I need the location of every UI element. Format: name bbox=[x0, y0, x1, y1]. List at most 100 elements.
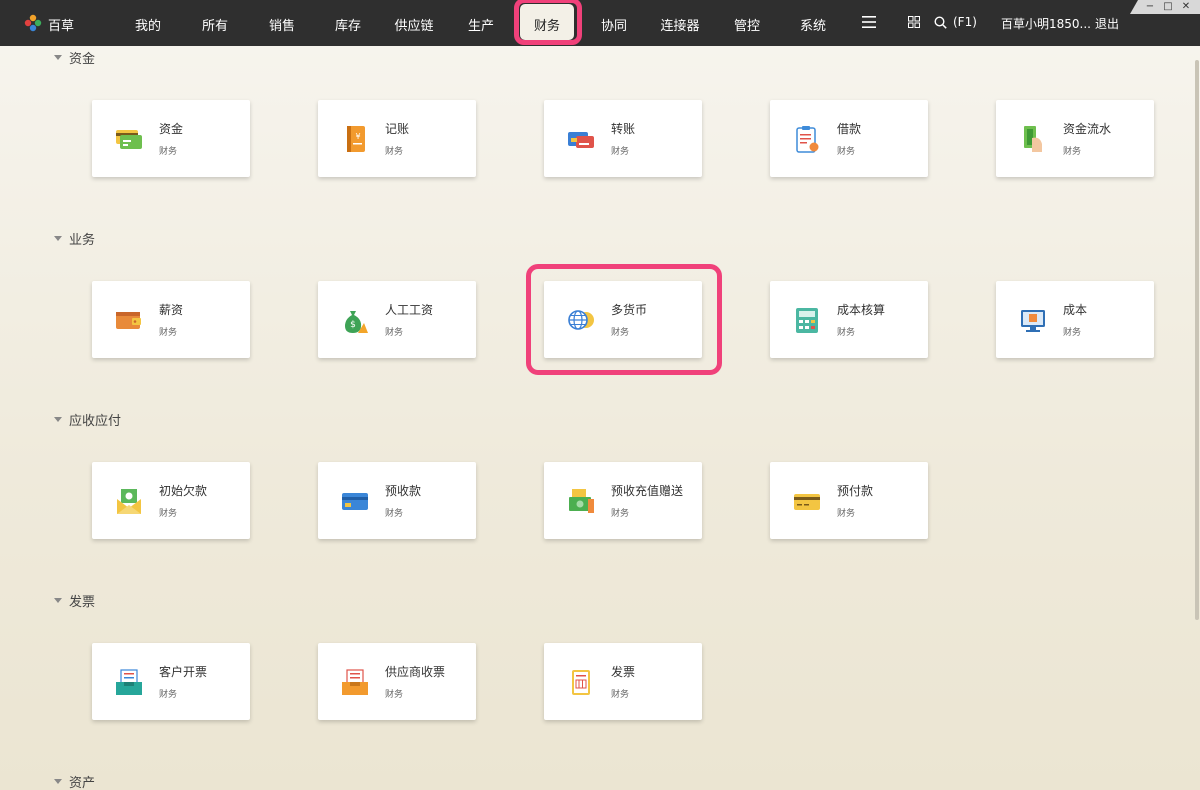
card-customer-invoicing[interactable]: 客户开票 财务 bbox=[92, 643, 250, 720]
card-prepayment[interactable]: 预付款 财务 bbox=[770, 462, 928, 539]
card-loan[interactable]: 借款 财务 bbox=[770, 100, 928, 177]
money-bag-icon: $ bbox=[345, 311, 368, 333]
nav-item-connector[interactable]: 连接器 bbox=[660, 15, 699, 34]
card-subtitle: 财务 bbox=[611, 690, 630, 700]
inbox-invoice-icon bbox=[342, 669, 368, 695]
section-title: 资金 bbox=[69, 52, 96, 67]
caret-down-icon bbox=[54, 779, 62, 784]
card-advance-receipt[interactable]: 预收款 财务 bbox=[318, 462, 476, 539]
monitor-box-icon bbox=[1021, 310, 1045, 332]
card-subtitle: 财务 bbox=[385, 509, 404, 519]
yellow-card-icon bbox=[794, 494, 820, 510]
svg-text:¥: ¥ bbox=[355, 132, 360, 141]
nav-item-control[interactable]: 管控 bbox=[734, 15, 760, 34]
card-bookkeeping[interactable]: ¥ 记账 财务 bbox=[318, 100, 476, 177]
card-title: 成本 bbox=[1063, 303, 1088, 317]
caret-down-icon bbox=[54, 598, 62, 603]
nav-item-mine[interactable]: 我的 bbox=[135, 15, 161, 34]
card-subtitle: 财务 bbox=[611, 509, 630, 519]
transfer-cards-icon bbox=[568, 132, 594, 148]
logout-link[interactable]: 退出 bbox=[1095, 15, 1119, 32]
section-header-invoices[interactable]: 发票 bbox=[54, 591, 95, 610]
card-subtitle: 财务 bbox=[385, 328, 404, 338]
caret-down-icon bbox=[54, 236, 62, 241]
card-subtitle: 财务 bbox=[385, 147, 404, 157]
card-title: 预付款 bbox=[837, 484, 874, 498]
nav-item-finance-label: 财务 bbox=[533, 19, 561, 34]
caret-down-icon bbox=[54, 55, 62, 60]
maximize-icon[interactable]: □ bbox=[1162, 1, 1174, 13]
section-title: 应收应付 bbox=[69, 414, 122, 429]
loan-clipboard-icon bbox=[796, 126, 819, 153]
section-title: 发票 bbox=[69, 595, 96, 610]
close-icon[interactable]: ✕ bbox=[1180, 1, 1192, 13]
card-supplier-invoice[interactable]: 供应商收票 财务 bbox=[318, 643, 476, 720]
card-subtitle: 财务 bbox=[159, 147, 178, 157]
search-shortcut-hint[interactable]: (F1) bbox=[953, 15, 977, 29]
card-subtitle: 财务 bbox=[611, 328, 630, 338]
card-title: 借款 bbox=[837, 122, 862, 136]
card-title: 薪资 bbox=[159, 303, 184, 317]
ledger-book-icon: ¥ bbox=[347, 126, 365, 152]
top-navigation-bar: 百草 我的 所有 销售 库存 供应链 生产 财务 协同 连接器 管控 系统 (F… bbox=[0, 0, 1200, 46]
section-header-funds[interactable]: 资金 bbox=[54, 48, 95, 67]
card-title: 预收款 bbox=[385, 484, 422, 498]
card-cash-flow[interactable]: 资金流水 财务 bbox=[996, 100, 1154, 177]
card-title: 成本核算 bbox=[837, 303, 886, 317]
card-title: 客户开票 bbox=[159, 665, 208, 679]
card-title: 人工工资 bbox=[385, 303, 434, 317]
app-name: 百草 bbox=[48, 19, 75, 34]
section-header-assets[interactable]: 资产 bbox=[54, 772, 95, 790]
card-salary[interactable]: 薪资 财务 bbox=[92, 281, 250, 358]
app-logo-icon bbox=[24, 14, 42, 32]
card-funds[interactable]: 资金 财务 bbox=[92, 100, 250, 177]
card-subtitle: 财务 bbox=[837, 147, 856, 157]
nav-item-production[interactable]: 生产 bbox=[468, 15, 494, 34]
nav-item-all[interactable]: 所有 bbox=[202, 15, 228, 34]
nav-item-supply-chain[interactable]: 供应链 bbox=[394, 15, 433, 34]
card-title: 记账 bbox=[385, 122, 410, 136]
card-subtitle: 财务 bbox=[837, 509, 856, 519]
card-subtitle: 财务 bbox=[837, 328, 856, 338]
minimize-icon[interactable]: − bbox=[1144, 1, 1156, 13]
cash-flow-icon bbox=[1024, 126, 1042, 152]
card-labor-wages[interactable]: $ 人工工资 财务 bbox=[318, 281, 476, 358]
apps-grid-icon[interactable] bbox=[908, 16, 920, 28]
envelope-money-icon bbox=[117, 489, 141, 514]
card-cost-accounting[interactable]: 成本核算 财务 bbox=[770, 281, 928, 358]
card-transfer[interactable]: 转账 财务 bbox=[544, 100, 702, 177]
card-title: 预收充值赠送 bbox=[611, 484, 684, 498]
scrollbar-thumb[interactable] bbox=[1195, 60, 1199, 620]
window-controls: − □ ✕ bbox=[1130, 0, 1200, 14]
section-title: 业务 bbox=[69, 233, 96, 248]
card-multi-currency[interactable]: 多货币 财务 bbox=[544, 281, 702, 358]
card-initial-debt[interactable]: 初始欠款 财务 bbox=[92, 462, 250, 539]
card-subtitle: 财务 bbox=[159, 509, 178, 519]
nav-item-inventory[interactable]: 库存 bbox=[335, 15, 361, 34]
nav-item-collaboration[interactable]: 协同 bbox=[601, 15, 627, 34]
card-subtitle: 财务 bbox=[159, 690, 178, 700]
money-card-icon bbox=[116, 130, 142, 149]
cash-stack-icon bbox=[569, 489, 594, 513]
nav-item-system[interactable]: 系统 bbox=[800, 15, 826, 34]
nav-item-sales[interactable]: 销售 bbox=[269, 15, 295, 34]
section-title: 资产 bbox=[69, 776, 96, 790]
card-title: 供应商收票 bbox=[385, 665, 446, 679]
card-title: 资金 bbox=[159, 122, 184, 136]
card-title: 发票 bbox=[611, 665, 636, 679]
bank-card-icon bbox=[342, 493, 368, 510]
svg-text:$: $ bbox=[350, 320, 356, 330]
user-name[interactable]: 百草小明1850... bbox=[1001, 15, 1091, 32]
search-icon[interactable] bbox=[934, 16, 947, 29]
section-header-business[interactable]: 业务 bbox=[54, 229, 95, 248]
tray-invoice-icon bbox=[116, 669, 142, 695]
card-subtitle: 财务 bbox=[1063, 147, 1082, 157]
card-subtitle: 财务 bbox=[159, 328, 178, 338]
card-title: 初始欠款 bbox=[159, 484, 208, 498]
hamburger-menu-icon[interactable] bbox=[862, 16, 876, 28]
card-invoice[interactable]: 发票 财务 bbox=[544, 643, 702, 720]
card-recharge-gift[interactable]: 预收充值赠送 财务 bbox=[544, 462, 702, 539]
section-header-receivables-payables[interactable]: 应收应付 bbox=[54, 410, 121, 429]
wallet-icon bbox=[116, 312, 141, 329]
card-cost[interactable]: 成本 财务 bbox=[996, 281, 1154, 358]
